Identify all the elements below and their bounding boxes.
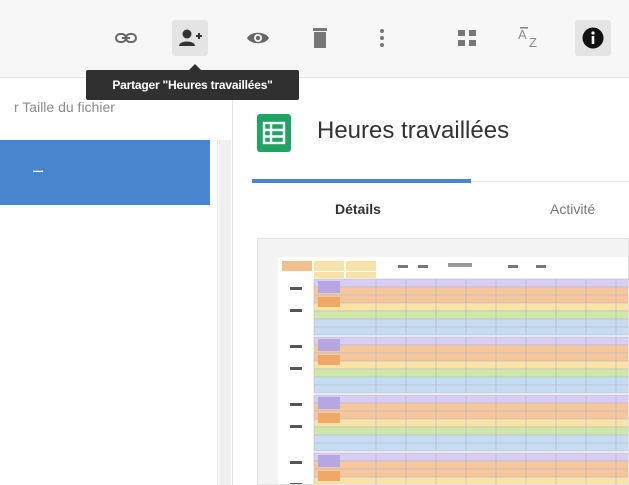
- selected-file-row[interactable]: –: [0, 140, 210, 205]
- scrollbar[interactable]: [219, 140, 231, 485]
- info-icon[interactable]: [575, 20, 611, 56]
- spreadsheet-thumbnail-image: [278, 257, 628, 484]
- active-tab-indicator: [252, 179, 471, 183]
- grid-view-icon[interactable]: [449, 20, 485, 56]
- share-person-icon[interactable]: [172, 20, 208, 56]
- tab-activity[interactable]: Activité: [550, 201, 595, 217]
- column-header-file-size[interactable]: r Taille du fichier: [14, 99, 115, 115]
- tab-details[interactable]: Détails: [335, 201, 381, 217]
- svg-text:A: A: [518, 27, 527, 42]
- document-title: Heures travaillées: [317, 117, 510, 144]
- svg-text:Z: Z: [529, 35, 537, 50]
- more-vert-icon[interactable]: [364, 20, 400, 56]
- link-icon[interactable]: [108, 20, 144, 56]
- trash-icon[interactable]: [302, 20, 338, 56]
- share-tooltip: Partager "Heures travaillées": [86, 64, 299, 100]
- toolbar: A Z: [0, 0, 629, 78]
- file-preview-thumbnail[interactable]: [257, 238, 629, 485]
- google-sheets-icon: [257, 114, 291, 152]
- sort-az-icon[interactable]: A Z: [512, 20, 548, 56]
- file-size-value: –: [33, 160, 44, 180]
- eye-icon[interactable]: [240, 20, 276, 56]
